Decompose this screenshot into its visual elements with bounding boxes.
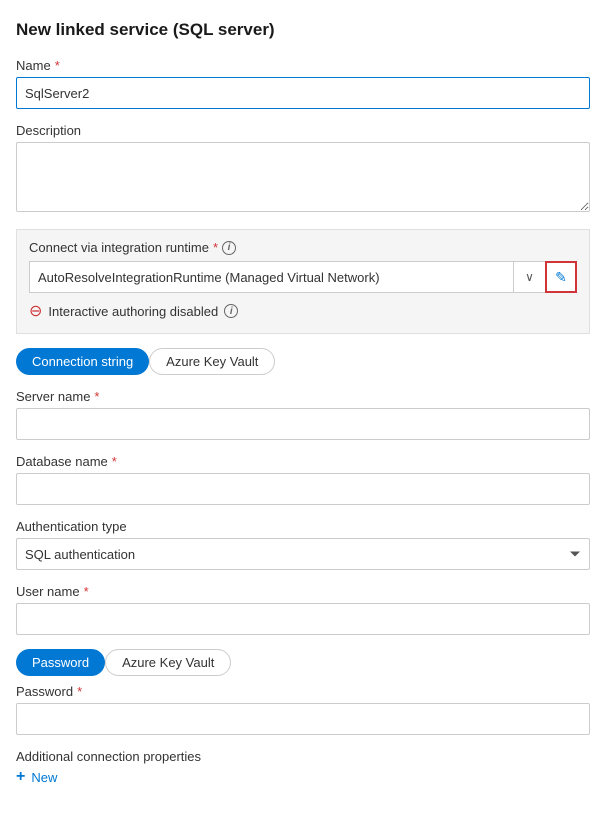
password-input[interactable] bbox=[16, 703, 590, 735]
runtime-dropdown-button[interactable]: ∨ bbox=[513, 261, 545, 293]
chevron-down-icon: ∨ bbox=[525, 270, 534, 284]
azure-key-vault-tab[interactable]: Azure Key Vault bbox=[149, 348, 275, 375]
user-name-input[interactable] bbox=[16, 603, 590, 635]
server-name-field-group: Server name * bbox=[16, 389, 590, 440]
connection-string-tab[interactable]: Connection string bbox=[16, 348, 149, 375]
database-name-field-group: Database name * bbox=[16, 454, 590, 505]
interactive-authoring-text: Interactive authoring disabled bbox=[48, 304, 218, 319]
no-circle-icon: ⊖ bbox=[29, 301, 42, 321]
add-new-row[interactable]: + New bbox=[16, 768, 590, 786]
plus-icon: + bbox=[16, 768, 25, 786]
name-required-star: * bbox=[55, 58, 60, 73]
additional-connection-label: Additional connection properties bbox=[16, 749, 590, 764]
authentication-type-select-wrapper: SQL authentication Windows authenticatio… bbox=[16, 538, 590, 570]
integration-runtime-info-icon[interactable]: i bbox=[222, 241, 236, 255]
user-name-required-star: * bbox=[84, 584, 89, 599]
additional-connection-label-text: Additional connection properties bbox=[16, 749, 201, 764]
password-label: Password * bbox=[16, 684, 590, 699]
page-title: New linked service (SQL server) bbox=[16, 20, 590, 40]
interactive-authoring-info-icon[interactable]: i bbox=[224, 304, 238, 318]
integration-runtime-required-star: * bbox=[213, 240, 218, 255]
user-name-field-group: User name * bbox=[16, 584, 590, 635]
server-name-label: Server name * bbox=[16, 389, 590, 404]
password-azure-key-vault-tab[interactable]: Azure Key Vault bbox=[105, 649, 231, 676]
description-label-text: Description bbox=[16, 123, 81, 138]
integration-runtime-label: Connect via integration runtime * i bbox=[29, 240, 577, 255]
user-name-label-text: User name bbox=[16, 584, 80, 599]
integration-runtime-section: Connect via integration runtime * i Auto… bbox=[16, 229, 590, 334]
runtime-select-value: AutoResolveIntegrationRuntime (Managed V… bbox=[29, 261, 513, 293]
password-field-group: Password * bbox=[16, 684, 590, 735]
server-name-label-text: Server name bbox=[16, 389, 90, 404]
runtime-edit-button[interactable]: ✎ bbox=[545, 261, 577, 293]
additional-connection-section: Additional connection properties + New bbox=[16, 749, 590, 786]
database-name-label-text: Database name bbox=[16, 454, 108, 469]
integration-runtime-label-text: Connect via integration runtime bbox=[29, 240, 209, 255]
pencil-icon: ✎ bbox=[555, 269, 567, 286]
database-name-required-star: * bbox=[112, 454, 117, 469]
server-name-required-star: * bbox=[94, 389, 99, 404]
authentication-type-select[interactable]: SQL authentication Windows authenticatio… bbox=[16, 538, 590, 570]
name-label: Name * bbox=[16, 58, 590, 73]
password-type-tabs: Password Azure Key Vault bbox=[16, 649, 590, 676]
name-input[interactable] bbox=[16, 77, 590, 109]
name-field-group: Name * bbox=[16, 58, 590, 109]
description-field-group: Description bbox=[16, 123, 590, 215]
add-new-text: New bbox=[31, 770, 57, 785]
password-required-star: * bbox=[77, 684, 82, 699]
authentication-type-field-group: Authentication type SQL authentication W… bbox=[16, 519, 590, 570]
authentication-type-label-text: Authentication type bbox=[16, 519, 127, 534]
runtime-select-row: AutoResolveIntegrationRuntime (Managed V… bbox=[29, 261, 577, 293]
connection-type-tabs: Connection string Azure Key Vault bbox=[16, 348, 590, 375]
description-input[interactable] bbox=[16, 142, 590, 212]
password-tab[interactable]: Password bbox=[16, 649, 105, 676]
user-name-label: User name * bbox=[16, 584, 590, 599]
authentication-type-label: Authentication type bbox=[16, 519, 590, 534]
password-label-text: Password bbox=[16, 684, 73, 699]
server-name-input[interactable] bbox=[16, 408, 590, 440]
name-label-text: Name bbox=[16, 58, 51, 73]
interactive-authoring-row: ⊖ Interactive authoring disabled i bbox=[29, 301, 577, 321]
description-label: Description bbox=[16, 123, 590, 138]
database-name-input[interactable] bbox=[16, 473, 590, 505]
database-name-label: Database name * bbox=[16, 454, 590, 469]
